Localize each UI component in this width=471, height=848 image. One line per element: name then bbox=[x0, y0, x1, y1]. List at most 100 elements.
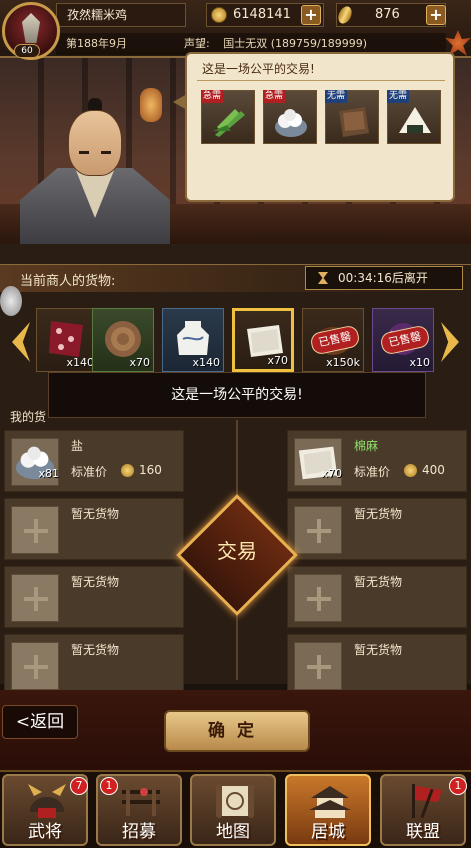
merchant-item-slot[interactable]: x140 bbox=[36, 308, 98, 372]
back-button[interactable]: <返回 bbox=[2, 705, 78, 739]
merchant-item-slot[interactable]: x70 bbox=[92, 308, 154, 372]
coin-icon bbox=[404, 464, 417, 477]
castle-icon bbox=[309, 786, 351, 818]
their-goods-row-empty: 暂无货物 bbox=[287, 498, 467, 560]
needed-item[interactable]: 急需 bbox=[263, 90, 317, 144]
item-quantity: x140 bbox=[192, 356, 220, 369]
item-name: 棉麻 bbox=[354, 439, 379, 453]
coin-value: 6148141 bbox=[233, 7, 291, 22]
fame-value: 国士无双 (189759/189999) bbox=[223, 37, 367, 50]
their-goods-row[interactable]: x70 棉麻 标准价 400 bbox=[287, 430, 467, 492]
nav-label: 居城 bbox=[311, 822, 345, 842]
nav-label: 联盟 bbox=[406, 822, 440, 842]
confirm-button[interactable]: 确定 bbox=[164, 710, 310, 752]
koban-icon bbox=[335, 4, 355, 26]
item-price: 400 bbox=[422, 463, 445, 477]
salt-bowl-icon bbox=[275, 109, 307, 137]
urgent-tag: 急需 bbox=[263, 90, 286, 103]
item-price: 160 bbox=[139, 463, 162, 477]
empty-box bbox=[294, 506, 342, 554]
nav-label: 招募 bbox=[122, 822, 156, 842]
nav-label: 地图 bbox=[216, 822, 250, 842]
item-name: 盐 bbox=[71, 439, 84, 453]
empty-label: 暂无货物 bbox=[71, 507, 120, 521]
urgent-tag: 急需 bbox=[201, 90, 224, 103]
notification-badge: 1 bbox=[449, 777, 467, 795]
my-goods-row-empty[interactable]: 暂无货物 bbox=[4, 566, 184, 628]
their-goods-row-empty: 暂无货物 bbox=[287, 566, 467, 628]
price-label: 标准价 bbox=[354, 465, 391, 479]
merchant-item-slot-sold-out[interactable]: 已售罄 x10 bbox=[372, 308, 434, 372]
notification-badge: 7 bbox=[70, 777, 88, 795]
item-quantity: x10 bbox=[409, 356, 430, 369]
merchant-item-slot-selected[interactable]: x70 bbox=[232, 308, 294, 372]
nav-map[interactable]: 地图 bbox=[190, 774, 276, 846]
empty-box bbox=[294, 574, 342, 622]
merchant-eye bbox=[101, 151, 111, 154]
fair-trade-toast: 这是一场公平的交易! bbox=[48, 372, 426, 418]
my-goods-row-empty[interactable]: 暂无货物 bbox=[4, 498, 184, 560]
plate-icon bbox=[0, 286, 22, 316]
not-needed-tag: 无需 bbox=[325, 90, 348, 103]
coin-icon bbox=[211, 7, 227, 23]
empty-label: 暂无货物 bbox=[71, 575, 120, 589]
merchant-item-slot-sold-out[interactable]: 已售罄 x150k bbox=[302, 308, 364, 372]
their-goods-row-empty: 暂无货物 bbox=[287, 634, 467, 696]
needed-item[interactable]: 急需 bbox=[201, 90, 255, 144]
game-date: 第188年9月 bbox=[56, 33, 176, 55]
hourglass-icon bbox=[318, 272, 328, 284]
helmet-crest-icon bbox=[22, 13, 40, 43]
scroll-map-icon bbox=[216, 784, 254, 818]
item-quantity: x70 bbox=[129, 356, 150, 369]
add-coins-button[interactable]: + bbox=[301, 5, 321, 25]
notification-badge: 1 bbox=[100, 777, 118, 795]
leather-icon bbox=[339, 107, 369, 137]
merchant-item-slot[interactable]: x140 bbox=[162, 308, 224, 372]
porcelain-jar-icon bbox=[177, 321, 209, 355]
empty-label: 暂无货物 bbox=[354, 507, 403, 521]
nav-label: 武将 bbox=[28, 822, 62, 842]
add-koban-button[interactable]: + bbox=[426, 5, 446, 25]
katana-rack-icon bbox=[122, 788, 160, 816]
unneeded-item[interactable]: 无需 bbox=[387, 90, 441, 144]
timer-text: 00:34:16后离开 bbox=[338, 271, 428, 285]
unneeded-item[interactable]: 无需 bbox=[325, 90, 379, 144]
empty-label: 暂无货物 bbox=[354, 643, 403, 657]
banner-icon bbox=[412, 784, 442, 819]
empty-label: 暂无货物 bbox=[71, 643, 120, 657]
empty-label: 暂无货物 bbox=[354, 575, 403, 589]
item-quantity: x150k bbox=[326, 356, 360, 369]
plus-icon bbox=[11, 506, 59, 554]
merchant-eye bbox=[79, 151, 89, 154]
fame-label: 声望: bbox=[184, 37, 210, 50]
samurai-helmet-icon bbox=[28, 784, 66, 818]
player-name: 孜然糯米鸡 bbox=[56, 3, 186, 27]
my-goods-row-empty[interactable]: 暂无货物 bbox=[4, 634, 184, 696]
empty-box bbox=[294, 642, 342, 690]
player-level: 60 bbox=[14, 44, 40, 58]
trade-button-label[interactable]: 交易 bbox=[194, 535, 280, 564]
departure-timer: 00:34:16后离开 bbox=[305, 266, 463, 290]
plus-icon bbox=[11, 642, 59, 690]
wood-log-icon bbox=[105, 321, 141, 357]
speech-text: 这是一场公平的交易! bbox=[202, 62, 315, 76]
koban-value: 876 bbox=[375, 7, 400, 22]
coin-icon bbox=[121, 464, 134, 477]
red-cloth-icon bbox=[49, 321, 83, 357]
my-goods-label: 我的货 bbox=[10, 410, 47, 424]
merchant-character bbox=[20, 98, 170, 244]
bubble-divider bbox=[197, 80, 445, 81]
price-label: 标准价 bbox=[71, 465, 108, 479]
item-quantity: x81 bbox=[38, 467, 59, 480]
not-needed-tag: 无需 bbox=[387, 90, 410, 103]
merchant-speech-bubble: 这是一场公平的交易! 急需 急需 无需 无需 bbox=[173, 52, 455, 202]
top-bar: 孜然糯米鸡 6148141 + 876 + 第188年9月 声望: 国士无双 (… bbox=[0, 0, 471, 58]
my-goods-row[interactable]: x81 盐 标准价 160 bbox=[4, 430, 184, 492]
nav-castle[interactable]: 居城 bbox=[285, 774, 371, 846]
herb-bundle-icon bbox=[213, 109, 245, 137]
merchant-head bbox=[68, 110, 122, 176]
item-quantity: x70 bbox=[267, 354, 288, 367]
item-quantity: x70 bbox=[321, 467, 342, 480]
item-quantity: x140 bbox=[66, 356, 94, 369]
plus-icon bbox=[11, 574, 59, 622]
